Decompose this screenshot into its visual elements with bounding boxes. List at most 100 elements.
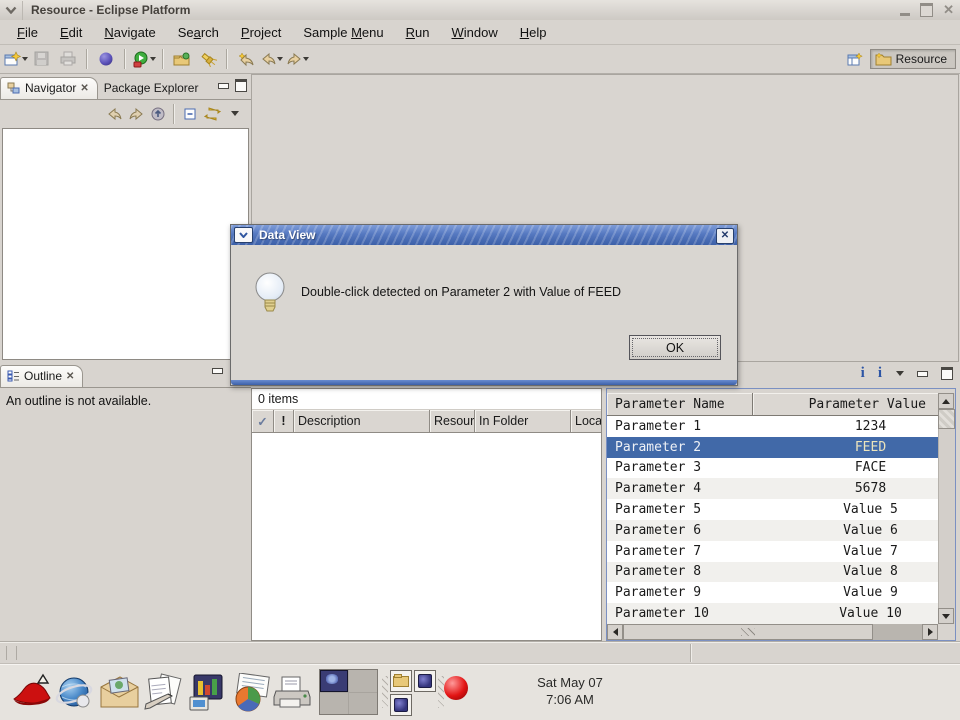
dialog-close-button[interactable]: ✕ [716, 228, 734, 244]
menu-file[interactable]: File [6, 25, 49, 40]
new-wizard-button[interactable] [4, 48, 28, 70]
dialog-title: Data View [259, 228, 315, 242]
print-button[interactable] [56, 48, 80, 70]
ok-button[interactable]: OK [629, 335, 721, 360]
link-with-editor-button[interactable] [203, 103, 221, 125]
scrollbar-track[interactable] [938, 429, 955, 608]
sample-action-icon [98, 51, 114, 67]
table-row-selected[interactable]: Parameter 2FEED [607, 437, 938, 458]
minimize-button[interactable] [900, 13, 910, 16]
clock-applet[interactable]: Sat May 07 7:06 AM [505, 674, 635, 708]
menu-sample-menu[interactable]: Sample Menu [292, 25, 394, 40]
run-button[interactable] [132, 48, 156, 70]
view-menu-button[interactable] [225, 103, 243, 125]
column-priority[interactable]: ! [274, 410, 294, 433]
column-description[interactable]: Description [294, 410, 430, 433]
web-browser-launcher[interactable] [54, 673, 94, 713]
nav-forward-button[interactable] [127, 103, 145, 125]
collapse-all-button[interactable] [181, 103, 199, 125]
workspace-3[interactable] [320, 693, 348, 715]
print-manager-launcher[interactable] [272, 673, 312, 713]
scroll-left-button[interactable] [607, 624, 623, 640]
table-row[interactable]: Parameter 45678 [607, 478, 938, 499]
menu-window[interactable]: Window [440, 25, 508, 40]
table-row[interactable]: Parameter 7Value 7 [607, 541, 938, 562]
close-button[interactable]: ✕ [943, 3, 954, 17]
table-row[interactable]: Parameter 5Value 5 [607, 499, 938, 520]
column-in-folder[interactable]: In Folder [475, 410, 571, 433]
table-row[interactable]: Parameter 3FACE [607, 458, 938, 479]
perspective-resource-button[interactable]: Resource [870, 49, 956, 69]
workspace-2[interactable] [349, 670, 377, 692]
minimize-view-button[interactable] [218, 83, 229, 89]
alert-notification-icon[interactable] [444, 676, 468, 700]
applet-handle[interactable] [382, 676, 388, 708]
menu-project[interactable]: Project [230, 25, 292, 40]
open-resource-button[interactable] [170, 48, 194, 70]
maximize-button[interactable] [920, 3, 933, 17]
last-edit-location-button[interactable] [234, 48, 258, 70]
navigator-tree[interactable] [2, 128, 249, 360]
view-menu-arrow-icon[interactable] [896, 371, 904, 376]
table-row[interactable]: Parameter 8Value 8 [607, 562, 938, 583]
column-location[interactable]: Location [571, 410, 601, 433]
scroll-down-button[interactable] [938, 608, 954, 624]
info-action-icon[interactable]: i [861, 366, 865, 380]
close-tab-icon[interactable]: ✕ [80, 83, 88, 94]
close-tab-icon[interactable]: ✕ [66, 371, 74, 382]
scroll-right-button[interactable] [922, 624, 938, 640]
scrollbar-track[interactable] [873, 624, 922, 640]
back-button[interactable] [260, 48, 284, 70]
applet-handle[interactable] [438, 676, 444, 708]
outline-tab-bar: Outline ✕ [0, 362, 251, 388]
tab-package-explorer[interactable]: Package Explorer [98, 78, 207, 99]
scroll-up-button[interactable] [938, 393, 954, 409]
table-row[interactable]: Parameter 11234 [607, 416, 938, 437]
workspace-1-active[interactable] [320, 670, 348, 692]
word-processor-launcher[interactable] [142, 673, 182, 713]
nav-up-button[interactable] [149, 103, 167, 125]
menu-navigate[interactable]: Navigate [93, 25, 166, 40]
dialog-titlebar[interactable]: Data View ✕ [231, 225, 737, 245]
presentation-launcher[interactable] [186, 673, 226, 713]
view-menu-arrow-icon [231, 111, 239, 116]
open-perspective-button[interactable] [846, 48, 864, 70]
window-list-item-eclipse[interactable] [414, 670, 436, 692]
table-row[interactable]: Parameter 10Value 10 [607, 603, 938, 624]
nav-back-button[interactable] [105, 103, 123, 125]
redhat-menu-launcher[interactable] [10, 673, 50, 713]
spreadsheet-launcher[interactable] [228, 673, 268, 713]
search-button[interactable] [196, 48, 220, 70]
info-action-icon[interactable]: i [878, 366, 882, 380]
forward-button[interactable] [286, 48, 310, 70]
tab-outline[interactable]: Outline ✕ [0, 365, 83, 387]
menu-search[interactable]: Search [167, 25, 230, 40]
maximize-view-button[interactable] [941, 367, 953, 380]
vertical-scrollbar[interactable] [938, 393, 955, 624]
save-button[interactable] [30, 48, 54, 70]
column-parameter-name[interactable]: Parameter Name [607, 393, 753, 416]
horizontal-scrollbar[interactable] [607, 624, 938, 640]
tab-navigator[interactable]: Navigator ✕ [0, 77, 98, 99]
menu-help[interactable]: Help [509, 25, 558, 40]
minimize-view-button[interactable] [917, 371, 928, 377]
window-list-item-folder[interactable] [390, 670, 412, 692]
column-resource[interactable]: Resource [430, 410, 475, 433]
column-parameter-value[interactable]: Parameter Value [753, 393, 938, 416]
scrollbar-thumb[interactable] [938, 409, 955, 429]
window-menu-button[interactable] [0, 1, 23, 20]
minimize-view-button[interactable] [212, 368, 223, 374]
window-list-item-eclipse-2[interactable] [390, 694, 412, 716]
sample-action-button[interactable] [94, 48, 118, 70]
menu-run[interactable]: Run [395, 25, 441, 40]
column-completed[interactable]: ✓ [252, 410, 274, 433]
maximize-view-button[interactable] [235, 79, 247, 92]
workspace-switcher[interactable] [319, 669, 378, 715]
menu-edit[interactable]: Edit [49, 25, 93, 40]
email-launcher[interactable] [98, 673, 138, 713]
table-row[interactable]: Parameter 6Value 6 [607, 520, 938, 541]
table-row[interactable]: Parameter 9Value 9 [607, 582, 938, 603]
workspace-4[interactable] [349, 693, 377, 715]
dialog-window-menu-button[interactable] [234, 227, 253, 243]
scrollbar-thumb[interactable] [623, 624, 873, 640]
